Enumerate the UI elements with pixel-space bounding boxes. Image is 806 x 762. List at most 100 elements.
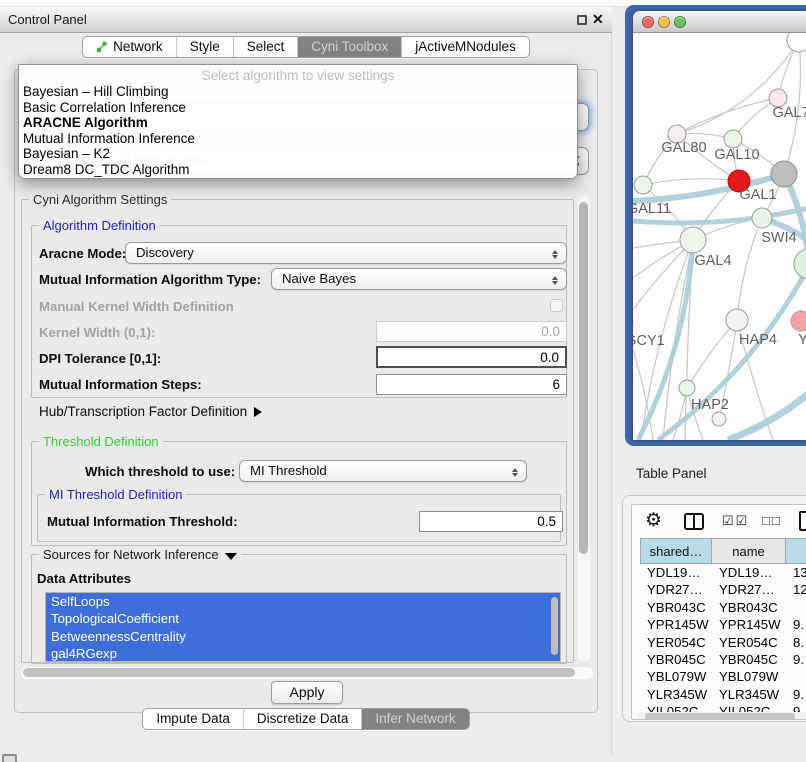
algorithm-option-bayesian-k2[interactable]: Bayesian – K2 (19, 146, 577, 162)
page-icon[interactable] (799, 511, 806, 531)
network-canvas[interactable]: GAL7GAL80GAL10GAL1GAL11SWI4GAL4GCY1HAP4Y… (633, 33, 806, 440)
aracne-mode-value: Discovery (136, 245, 194, 260)
dpi-tolerance-field[interactable]: 0.0 (376, 346, 567, 368)
which-threshold-combo[interactable]: MI Threshold (239, 460, 527, 482)
table-row[interactable]: YIL052CYIL052C9 (640, 703, 806, 712)
vertical-scrollbar[interactable] (578, 196, 590, 662)
manual-kernel-label: Manual Kernel Width Definition (39, 299, 234, 314)
network-node-gal11[interactable] (634, 176, 652, 194)
table-row[interactable]: YDR27…YDR27…12 (640, 581, 806, 598)
table-cell: 9. (786, 616, 806, 633)
attribute-gal4rgexp[interactable]: gal4RGexp (46, 645, 560, 662)
select-all-checkboxes-icon[interactable]: ☑☑ (722, 513, 749, 529)
table-horizontal-scrollbar[interactable] (636, 712, 806, 720)
network-edge-thick[interactable] (728, 393, 806, 440)
table-row[interactable]: YPR145WYPR145W9. (640, 616, 806, 633)
close-traffic-light[interactable] (642, 16, 654, 28)
network-node-gal4[interactable] (680, 227, 706, 253)
screenshot-stage: Control Panel ✕ NetworkStyleSelectCyni T… (0, 0, 806, 762)
network-edge[interactable] (643, 179, 739, 185)
close-icon[interactable]: ✕ (592, 11, 604, 28)
mi-type-combo[interactable]: Naive Bayes (271, 268, 567, 290)
table-row[interactable]: YLR345WYLR345W9. (640, 686, 806, 703)
horizontal-scrollbar-thumb[interactable] (23, 668, 575, 677)
table-row[interactable]: YER054CYER054C8. (640, 634, 806, 651)
attribute-betweennesscentrality[interactable]: BetweennessCentrality (46, 628, 560, 645)
algorithm-option-bayesian-hill-climbing[interactable]: Bayesian – Hill Climbing (19, 84, 577, 100)
table-hscrollbar-thumb[interactable] (645, 713, 795, 721)
combo-arrows-icon (512, 461, 518, 483)
table-cell (786, 599, 806, 616)
tab-select-label: Select (247, 36, 285, 58)
mi-threshold-field[interactable]: 0.5 (419, 511, 563, 532)
attribute-selfloops[interactable]: SelfLoops (46, 593, 560, 610)
table-cell: 8. (786, 634, 806, 651)
settings-gear-icon[interactable]: ⚙ (645, 510, 662, 532)
split-columns-icon[interactable] (684, 513, 704, 530)
network-node-bottom-small[interactable] (712, 412, 726, 426)
tab-select[interactable]: Select (233, 37, 298, 57)
column-header-name[interactable]: name (712, 538, 786, 564)
network-node-top-partial[interactable] (787, 33, 806, 52)
float-window-icon[interactable] (577, 15, 587, 25)
node-label-gal1: GAL1 (739, 187, 776, 203)
sources-toggle[interactable]: Sources for Network Inference (39, 547, 241, 562)
minimize-traffic-light[interactable] (658, 16, 670, 28)
horizontal-scrollbar[interactable] (21, 667, 593, 679)
apply-button[interactable]: Apply (271, 681, 343, 704)
network-node-gal10[interactable] (724, 130, 742, 148)
hub-definition-toggle[interactable]: Hub/Transcription Factor Definition (39, 404, 262, 419)
tab-impute-data-label: Impute Data (156, 708, 230, 730)
algorithm-option-dream8-dc-tdc-algorithm[interactable]: Dream8 DC_TDC Algorithm (19, 162, 577, 178)
tab-network[interactable]: Network (83, 37, 176, 57)
kernel-width-field[interactable]: 0.0 (376, 321, 567, 342)
network-edge[interactable] (737, 218, 762, 320)
tab-infer-network[interactable]: Infer Network (361, 709, 468, 729)
deselect-checkboxes-icon[interactable]: □□ (762, 513, 782, 528)
minimized-panel-icon[interactable] (2, 754, 17, 762)
network-node-swi4[interactable] (752, 208, 772, 228)
table-row[interactable]: YBL079WYBL079W (640, 668, 806, 685)
node-label-gal7: GAL7 (772, 105, 806, 121)
column-header-a[interactable]: A (786, 538, 806, 564)
attribute-topologicalcoefficient[interactable]: TopologicalCoefficient (46, 610, 560, 627)
algorithm-option-mutual-information-inference[interactable]: Mutual Information Inference (19, 131, 577, 147)
table-row[interactable]: YDL19…YDL19…13 (640, 564, 806, 581)
table-cell: YER054C (712, 634, 786, 651)
data-attributes-list[interactable]: SelfLoopsTopologicalCoefficientBetweenne… (45, 592, 561, 662)
zoom-traffic-light[interactable] (674, 16, 686, 28)
tab-discretize-data[interactable]: Discretize Data (243, 709, 362, 729)
vertical-scrollbar-thumb[interactable] (579, 202, 588, 554)
table-cell: YIL052C (640, 703, 712, 712)
table-cell: YIL052C (712, 703, 786, 712)
tab-jactivemnodules[interactable]: jActiveMNodules (401, 37, 529, 57)
combo-arrows-icon (552, 243, 558, 265)
node-label-gal80: GAL80 (661, 140, 706, 156)
threshold-definition-title: Threshold Definition (39, 434, 163, 449)
network-node-hap2[interactable] (679, 380, 695, 396)
algorithm-option-aracne-algorithm[interactable]: ARACNE Algorithm (19, 115, 577, 131)
list-vertical-scrollbar[interactable] (551, 597, 558, 655)
table-row[interactable]: YBR043CYBR043C (640, 599, 806, 616)
bottom-tab-bar: Impute Data Discretize Data Infer Network (0, 708, 612, 730)
top-tab-bar: NetworkStyle Select Cyni ToolboxjActiveMNo… (0, 36, 612, 58)
table-cell: YPR145W (640, 616, 712, 633)
aracne-mode-combo[interactable]: Discovery (125, 242, 567, 264)
table-cell: 13 (786, 564, 806, 581)
network-node-salmon[interactable] (791, 311, 806, 331)
tab-impute-data[interactable]: Impute Data (143, 709, 243, 729)
table-row[interactable]: YBR045CYBR045C9. (640, 651, 806, 668)
network-node-right-edge[interactable] (794, 249, 806, 279)
table-cell: YLR345W (712, 686, 786, 703)
algorithm-option-basic-correlation-inference[interactable]: Basic Correlation Inference (19, 100, 577, 116)
mi-steps-field[interactable]: 6 (376, 374, 567, 395)
tab-style[interactable]: Style (176, 37, 233, 57)
which-threshold-label: Which threshold to use: (85, 464, 235, 479)
tab-cyni-toolbox[interactable]: Cyni Toolbox (297, 37, 401, 57)
manual-kernel-checkbox[interactable] (550, 299, 563, 312)
network-node-hap4[interactable] (726, 309, 748, 331)
tab-discretize-data-label: Discretize Data (257, 708, 349, 730)
which-threshold-value: MI Threshold (250, 463, 327, 478)
network-node-gray-hub[interactable] (771, 161, 797, 187)
column-header-shared[interactable]: shared… (640, 538, 712, 564)
